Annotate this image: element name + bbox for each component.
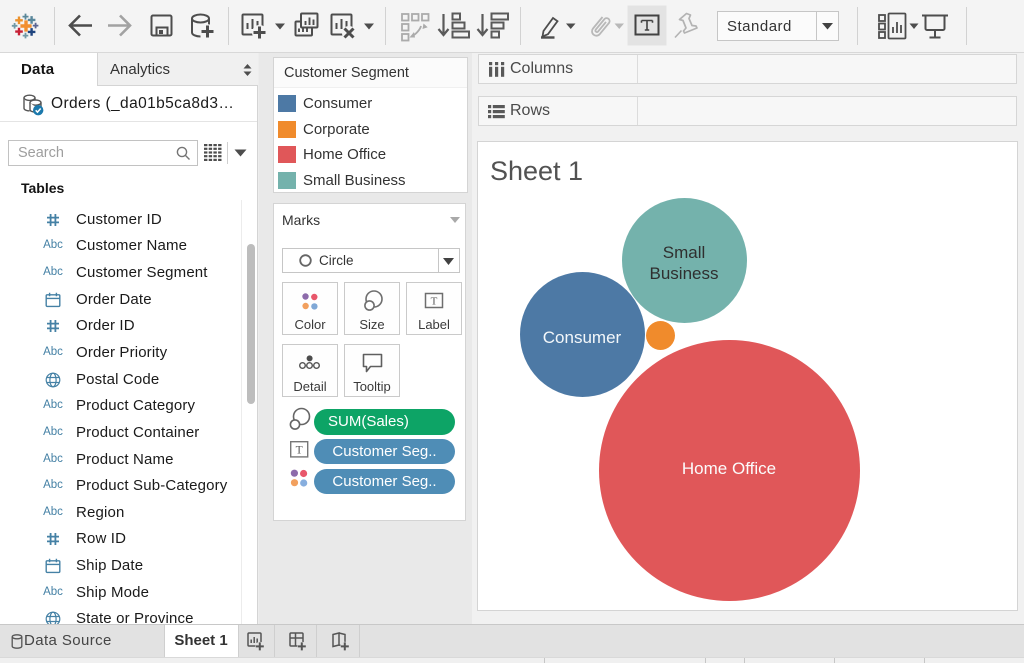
svg-text:Tooltip: Tooltip <box>353 379 391 394</box>
svg-text:Color: Color <box>294 317 326 332</box>
svg-text:Label: Label <box>418 317 450 332</box>
svg-text:Standard: Standard <box>727 18 792 35</box>
svg-text:Detail: Detail <box>293 379 326 394</box>
svg-text:T: T <box>296 445 303 457</box>
svg-text:T: T <box>431 296 438 308</box>
svg-text:Size: Size <box>359 317 384 332</box>
